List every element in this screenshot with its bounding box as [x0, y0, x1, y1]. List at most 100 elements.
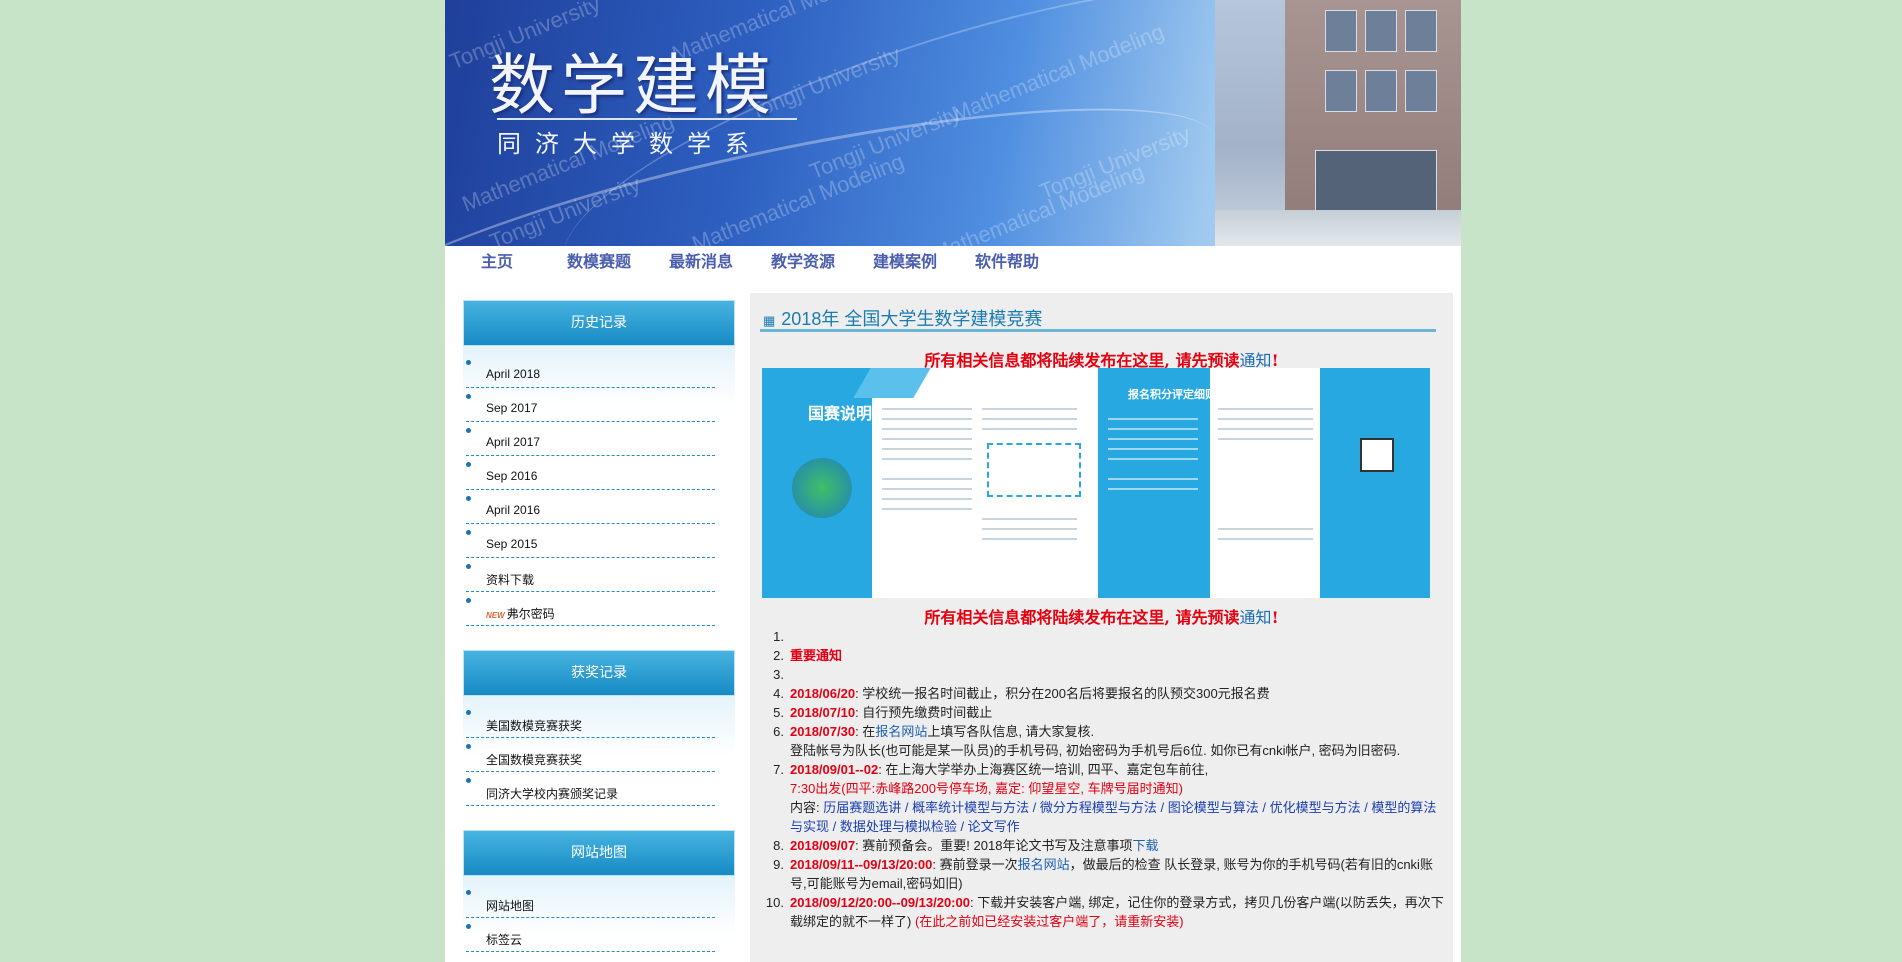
- bullet-icon: [466, 360, 471, 365]
- item-number: 9.: [773, 857, 784, 872]
- poster-left-panel: 国赛说明: [762, 368, 1092, 598]
- history-box: 历史记录 April 2018 Sep 2017 April 2017 Sep …: [463, 300, 735, 636]
- schedule-item: 1.: [773, 627, 1445, 646]
- bullet-icon: [466, 564, 471, 569]
- awards-item[interactable]: 同济大学校内赛颁奖记录: [466, 772, 715, 806]
- item-link[interactable]: 下载: [1132, 838, 1158, 853]
- item-date: 2018/09/12/20:00--09/13/20:00: [790, 895, 970, 910]
- bullet-icon: [466, 924, 471, 929]
- history-item[interactable]: April 2016: [466, 490, 715, 524]
- nav-modeling-cases[interactable]: 建模案例: [873, 248, 937, 272]
- bullet-icon: [466, 744, 471, 749]
- item-number: 5.: [773, 705, 784, 720]
- awards-box-title: 获奖记录: [463, 650, 735, 696]
- bullet-icon: [466, 428, 471, 433]
- schedule-item: 7. 2018/09/01--02: 在上海大学举办上海赛区统一培训, 四平、嘉定…: [773, 760, 1445, 836]
- bullet-icon: [466, 530, 471, 535]
- awards-box: 获奖记录 美国数模竞赛获奖 全国数模竞赛获奖 同济大学校内赛颁奖记录: [463, 650, 735, 816]
- building-photo: [1215, 0, 1461, 246]
- item-date: 重要通知: [790, 648, 843, 663]
- item-text: (在此之前如已经安装过客户端了，请重新安装): [914, 914, 1184, 929]
- title-divider: [760, 329, 1436, 332]
- history-item[interactable]: Sep 2015: [466, 524, 715, 558]
- bullet-icon: [466, 394, 471, 399]
- item-number: 4.: [773, 686, 784, 701]
- history-item[interactable]: April 2018: [466, 354, 715, 388]
- item-text: : 在上海大学举办上海赛区统一培训, 四平、嘉定包车前往,: [878, 762, 1209, 777]
- item-text: 7:30出发(四平:赤峰路200号停车场, 嘉定: 仰望星空, 车牌号届时通知): [790, 781, 1183, 796]
- item-date: 2018/06/20: [790, 686, 856, 701]
- main-nav: 主页 数模赛题 最新消息 教学资源 建模案例 软件帮助: [445, 246, 1461, 276]
- nav-contest-problems[interactable]: 数模赛题: [567, 248, 631, 272]
- item-date: 2018/09/11--09/13/20:00: [790, 857, 933, 872]
- page-title: ▦ 2018年 全国大学生数学建模竞赛: [763, 309, 1043, 329]
- history-box-title: 历史记录: [463, 300, 735, 346]
- bullet-icon: [466, 496, 471, 501]
- nav-latest-news[interactable]: 最新消息: [669, 248, 733, 272]
- schedule-item: 3.: [773, 665, 1445, 684]
- bullet-icon: [466, 462, 471, 467]
- nav-teaching-resources[interactable]: 教学资源: [771, 248, 835, 272]
- poster-left-heading: 国赛说明: [808, 404, 873, 423]
- contest-poster: 国赛说明 报名积分评定细则: [762, 368, 1430, 598]
- globe-icon: [792, 458, 852, 518]
- item-number: 6.: [773, 724, 784, 739]
- item-text: : 在: [855, 724, 876, 739]
- item-link[interactable]: 历届赛题选讲 / 概率统计模型与方法 / 微分方程模型与方法 / 图论模型与算法…: [790, 800, 1436, 834]
- schedule-item: 5. 2018/07/10: 自行预先缴费时间截止: [773, 703, 1445, 722]
- sitemap-box-title: 网站地图: [463, 830, 735, 876]
- item-text: : 自行预先缴费时间截止: [855, 705, 993, 720]
- schedule-list: 1. 2. 重要通知 3. 4. 2018/06/20: 学校统一报名时间截止，积分在…: [766, 627, 1445, 931]
- bullet-icon: [466, 778, 471, 783]
- bullet-icon: [466, 890, 471, 895]
- poster-right-panel: 报名积分评定细则: [1098, 368, 1430, 598]
- site-banner: Tongji University Mathematical Modeling …: [445, 0, 1461, 246]
- item-text: : 学校统一报名时间截止，积分在200名后将要报名的队预交300元报名费: [855, 686, 1270, 701]
- item-date: 2018/09/07: [790, 838, 856, 853]
- item-text: 上填写各队信息, 请大家复核.: [927, 724, 1095, 739]
- item-number: 2.: [773, 648, 784, 663]
- history-item-downloads[interactable]: 资料下载: [466, 558, 715, 592]
- item-text: : 赛前登录一次: [932, 857, 1018, 872]
- item-number: 1.: [773, 629, 784, 644]
- main-content: ▦ 2018年 全国大学生数学建模竞赛 所有相关信息都将陆续发布在这里, 请先预读…: [750, 293, 1453, 962]
- qr-code-icon: [1360, 438, 1394, 472]
- item-text: 内容:: [790, 800, 824, 815]
- sidebar: 历史记录 April 2018 Sep 2017 April 2017 Sep …: [463, 300, 735, 962]
- schedule-item: 8. 2018/09/07: 赛前预备会。重要! 2018年论文书写及注意事项下载: [773, 836, 1445, 855]
- awards-item[interactable]: 全国数模竞赛获奖: [466, 738, 715, 772]
- grid-icon: ▦: [763, 313, 776, 328]
- notice-link[interactable]: 通知: [1240, 608, 1272, 627]
- item-number: 10.: [765, 895, 784, 910]
- banner-subtitle: 同济大学数学系: [497, 118, 797, 159]
- bullet-icon: [466, 710, 471, 715]
- banner-title: 数学建模: [489, 47, 777, 124]
- page: Tongji University Mathematical Modeling …: [445, 0, 1461, 962]
- item-date: 2018/07/30: [790, 724, 856, 739]
- item-number: 3.: [773, 667, 784, 682]
- item-link[interactable]: 报名网站: [875, 724, 927, 739]
- schedule-item: 4. 2018/06/20: 学校统一报名时间截止，积分在200名后将要报名的队预…: [773, 684, 1445, 703]
- history-item[interactable]: Sep 2017: [466, 388, 715, 422]
- item-link[interactable]: 报名网站: [1018, 857, 1070, 872]
- schedule-item: 2. 重要通知: [773, 646, 1445, 665]
- sitemap-item[interactable]: 标签云: [466, 918, 715, 952]
- sitemap-item[interactable]: 网站地图: [466, 884, 715, 918]
- item-date: 2018/07/10: [790, 705, 856, 720]
- item-text: : 赛前预备会。重要! 2018年论文书写及注意事项: [855, 838, 1133, 853]
- item-number: 7.: [773, 762, 784, 777]
- history-item[interactable]: April 2017: [466, 422, 715, 456]
- history-item-password[interactable]: NEW 弗尔密码: [466, 592, 715, 626]
- notice-banner-repeat: 所有相关信息都将陆续发布在这里, 请先预读通知!: [924, 608, 1279, 627]
- schedule-item: 9. 2018/09/11--09/13/20:00: 赛前登录一次报名网站，做最…: [773, 855, 1445, 893]
- nav-software-help[interactable]: 软件帮助: [975, 248, 1039, 272]
- sitemap-box: 网站地图 网站地图 标签云: [463, 830, 735, 962]
- poster-right-heading: 报名积分评定细则: [1128, 388, 1216, 401]
- item-number: 8.: [773, 838, 784, 853]
- item-date: 2018/09/01--02: [790, 762, 879, 777]
- schedule-item: 10. 2018/09/12/20:00--09/13/20:00: 下载并安装客…: [766, 893, 1445, 931]
- history-item[interactable]: Sep 2016: [466, 456, 715, 490]
- nav-home[interactable]: 主页: [481, 248, 513, 272]
- schedule-item: 6. 2018/07/30: 在报名网站上填写各队信息, 请大家复核. 登陆帐号为队…: [773, 722, 1445, 760]
- awards-item[interactable]: 美国数模竞赛获奖: [466, 704, 715, 738]
